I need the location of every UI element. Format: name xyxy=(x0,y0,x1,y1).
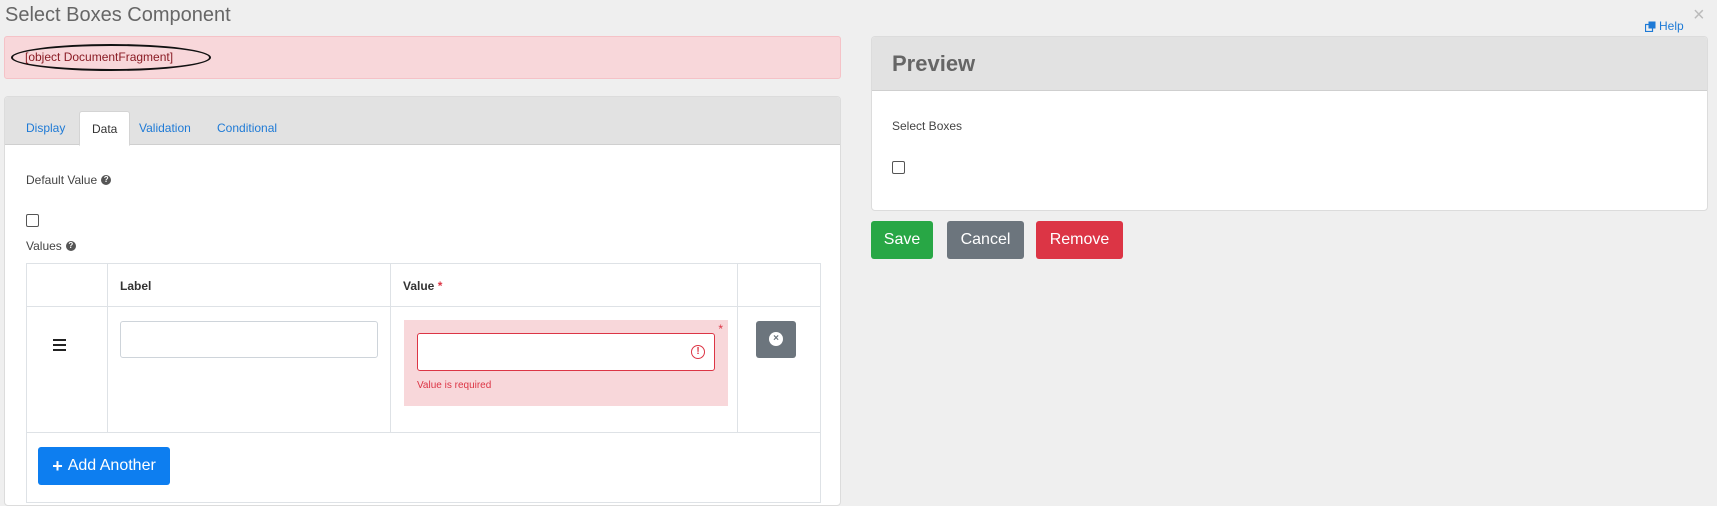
times-circle-icon: × xyxy=(769,332,783,346)
question-circle-icon[interactable]: ? xyxy=(101,175,112,185)
value-input[interactable]: ! xyxy=(417,333,715,371)
exclamation-circle-icon: ! xyxy=(691,345,705,359)
value-field-wrapper: * ! Value is required xyxy=(404,320,728,406)
label-column-header: Label xyxy=(120,279,152,293)
value-column-header: Value * xyxy=(403,279,443,293)
page-title: Select Boxes Component xyxy=(5,4,231,26)
cancel-button[interactable]: Cancel xyxy=(947,221,1024,259)
default-value-text: Default Value xyxy=(26,173,98,187)
values-label: Values ? xyxy=(26,239,76,253)
help-link[interactable]: Help xyxy=(1645,19,1684,33)
tabs-bar: Display Data Validation Conditional xyxy=(5,97,840,146)
close-icon[interactable]: × xyxy=(1693,5,1705,25)
values-text: Values xyxy=(26,239,62,253)
help-label: Help xyxy=(1659,19,1684,33)
tab-conditional[interactable]: Conditional xyxy=(205,111,289,146)
tab-display[interactable]: Display xyxy=(14,111,77,146)
save-button[interactable]: Save xyxy=(871,221,933,259)
tab-data[interactable]: Data xyxy=(79,111,131,146)
question-circle-icon[interactable]: ? xyxy=(65,241,76,251)
preview-heading: Preview xyxy=(872,37,1707,91)
external-window-icon xyxy=(1645,21,1656,32)
label-input[interactable] xyxy=(120,321,378,358)
values-table: Label Value * * ! Value is required × + … xyxy=(26,263,821,503)
tab-validation[interactable]: Validation xyxy=(127,111,203,146)
default-value-checkbox[interactable] xyxy=(26,214,39,227)
plus-icon: + xyxy=(52,455,63,476)
preview-checkbox[interactable] xyxy=(892,161,905,174)
error-banner: [object DocumentFragment] xyxy=(4,36,841,79)
preview-field-label: Select Boxes xyxy=(892,119,963,133)
remove-button[interactable]: Remove xyxy=(1036,221,1123,259)
edit-panel: Display Data Validation Conditional Defa… xyxy=(4,96,841,506)
preview-panel: Preview Select Boxes xyxy=(871,36,1708,211)
add-another-label: Add Another xyxy=(67,457,156,474)
value-error-message: Value is required xyxy=(417,380,492,391)
default-value-label: Default Value ? xyxy=(26,173,112,187)
error-banner-text: [object DocumentFragment] xyxy=(25,50,174,64)
add-another-button[interactable]: + Add Another xyxy=(38,447,170,485)
drag-handle-icon[interactable] xyxy=(53,339,66,354)
remove-row-button[interactable]: × xyxy=(756,321,796,358)
